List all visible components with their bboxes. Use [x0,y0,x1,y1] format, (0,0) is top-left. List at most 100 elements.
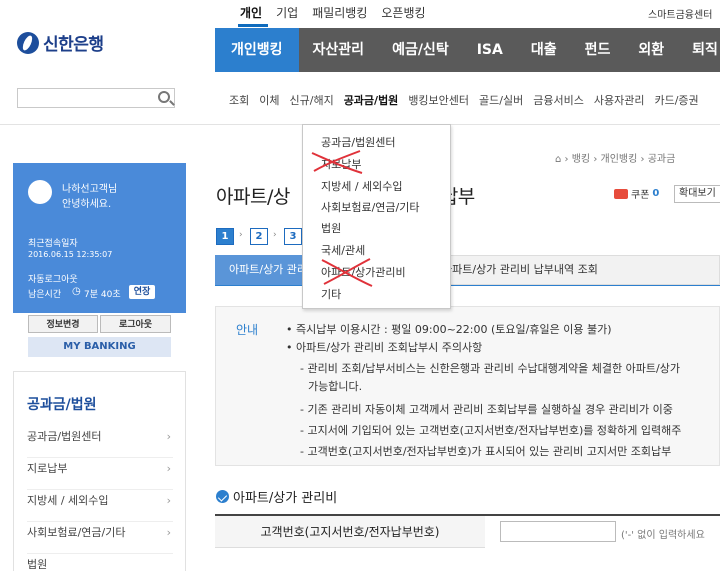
top-tab-business[interactable]: 기업 [276,4,298,21]
subnav-new[interactable]: 신규/해지 [290,92,334,108]
dropdown-item-center[interactable]: 공과금/법원센터 [321,134,396,150]
notice-text: 아파트/상가 관리비 조회납부시 주의사항 [296,341,483,354]
step-arrow-icon: › [239,230,243,240]
chevron-right-icon: › [166,526,171,539]
breadcrumb: ⌂ › 뱅킹 › 개인뱅킹 › 공과금 [555,150,675,165]
main-nav: 개인뱅킹 자산관리 예금/신탁 ISA 대출 펀드 외환 퇴직 [215,28,720,72]
subnav-transfer[interactable]: 이체 [259,92,279,108]
subnav-gold[interactable]: 골드/실버 [479,92,523,108]
section-check-icon [216,490,229,503]
subnav-finance[interactable]: 금융서비스 [533,92,584,108]
tab-payment-history-label: 아파트/상가 관리비 납부내역 조회 [442,263,598,276]
side-menu-label: 사회보험료/연금/기타 [27,526,126,539]
top-tab-underline [238,24,268,27]
user-avatar-icon [28,180,52,204]
subnav-public-fees[interactable]: 공과금/법원 [344,92,399,108]
breadcrumb-sep: › [640,154,648,165]
breadcrumb-item[interactable]: 공과금 [648,154,676,165]
side-menu-item[interactable]: 지방세 / 세외수입 › [27,490,173,522]
subnav-inquiry[interactable]: 조회 [229,92,249,108]
zoom-button[interactable]: 확대보기 [674,185,720,203]
breadcrumb-sep: › [564,154,572,165]
notice-subline-cont: 가능합니다. [308,380,363,393]
nav-isa[interactable]: ISA [463,28,517,72]
notice-text: 고객번호(고지서번호/전자납부번호)가 표시되어 있는 관리비 고지서만 조회납… [307,445,672,458]
coupon-icon [614,188,628,199]
side-menu-item[interactable]: 지로납부 › [27,458,173,490]
section-title: 아파트/상가 관리비 [216,487,337,506]
notice-subline: - 기존 관리비 자동이체 고객께서 관리비 조회납부를 실행하실 경우 관리비… [300,403,673,416]
greeting: 나하선고객님 안녕하세요. [62,182,117,212]
breadcrumb-item[interactable]: 개인뱅킹 [601,154,638,165]
step-arrow-icon: › [273,230,277,240]
coupon-link[interactable]: 쿠폰 0 [614,186,659,201]
my-banking-button[interactable]: MY BANKING [28,337,171,357]
notice-text: 즉시납부 이용시간 : 평일 09:00~22:00 (토요일/휴일은 이용 불… [296,323,612,336]
subnav-user[interactable]: 사용자관리 [594,92,645,108]
chevron-right-icon: › [166,430,171,443]
subnav-card[interactable]: 카드/증권 [654,92,698,108]
subnav-security[interactable]: 뱅킹보안센터 [408,92,469,108]
dropdown-item-court[interactable]: 법원 [321,220,341,236]
greeting-name: 나하선고객님 [62,184,118,195]
tab-management-fee[interactable]: 아파트/상가 관리비 [215,255,307,285]
nav-forex[interactable]: 외환 [624,28,678,72]
side-menu-label: 지방세 / 세외수입 [27,494,109,507]
chevron-right-icon: › [166,462,171,475]
subnav-dropdown-menu [302,124,451,309]
customer-number-input[interactable] [500,521,616,542]
side-menu-item[interactable]: 법원 [27,554,173,571]
remaining-value: 7분 40초 [84,290,121,300]
nav-fund[interactable]: 펀드 [571,28,625,72]
side-menu-title: 공과금/법원 [27,397,97,413]
coupon-label: 쿠폰 [631,190,650,201]
breadcrumb-sep: › [593,154,601,165]
side-menu-item[interactable]: 공과금/법원센터 › [27,426,173,458]
search-icon[interactable] [158,91,170,103]
last-login-label: 최근접속일자 [28,239,78,249]
top-tab-open[interactable]: 오픈뱅킹 [381,4,425,21]
dropdown-item-giro[interactable]: 지로납부 [321,156,361,172]
extend-button[interactable]: 연장 [129,285,155,299]
dropdown-item-local-tax[interactable]: 지방세 / 세외수입 [321,178,403,194]
shinhan-logo-icon [17,31,39,54]
nav-deposit[interactable]: 예금/신탁 [378,28,463,72]
logo[interactable]: 신한은행 [17,30,104,55]
top-tabs: 개인 기업 패밀리뱅킹 오픈뱅킹 [240,4,440,21]
dropdown-item-national-tax[interactable]: 국세/관세 [321,242,365,258]
logout-button[interactable]: 로그아웃 [100,315,171,333]
customer-number-label: 고객번호(고지서번호/전자납부번호) [215,516,485,548]
logo-text: 신한은행 [43,35,104,55]
smart-center-link[interactable]: 스마트금융센터 [648,6,712,21]
step-2: 2 [250,228,268,245]
chevron-right-icon: › [166,494,171,507]
nav-personal-banking[interactable]: 개인뱅킹 [215,28,299,72]
notice-subline: - 관리비 조회/납부서비스는 신한은행과 관리비 수납대행계약을 체결한 아파… [300,362,680,375]
nav-retire[interactable]: 퇴직 [678,28,720,72]
top-tab-personal[interactable]: 개인 [240,4,262,21]
dropdown-item-etc[interactable]: 기타 [321,286,341,302]
auto-logout-label: 자동로그아웃 [28,275,78,285]
side-menu-item[interactable]: 사회보험료/연금/기타 › [27,522,173,554]
nav-asset[interactable]: 자산관리 [299,28,379,72]
notice-text: 기존 관리비 자동이체 고객께서 관리비 조회납부를 실행하실 경우 관리비가 … [307,403,673,416]
notice-text: 관리비 조회/납부서비스는 신한은행과 관리비 수납대행계약을 체결한 아파트/… [307,362,680,375]
notice-subline: - 고객번호(고지서번호/전자납부번호)가 표시되어 있는 관리비 고지서만 조… [300,445,672,458]
dropdown-item-apartment[interactable]: 아파트/상가관리비 [321,264,406,280]
side-menu-label: 법원 [27,558,48,571]
search-input[interactable] [17,88,175,108]
greeting-hello: 안녕하세요. [62,199,112,210]
step-3: 3 [284,228,302,245]
top-tab-family[interactable]: 패밀리뱅킹 [312,4,367,21]
info-change-button[interactable]: 정보변경 [28,315,98,333]
notice-label: 안내 [236,323,259,337]
home-icon[interactable]: ⌂ [555,154,561,165]
dropdown-item-insurance[interactable]: 사회보험료/연금/기타 [321,199,420,215]
side-menu-label: 지로납부 [27,462,68,475]
clock-icon: ◷ [72,286,81,297]
nav-loan[interactable]: 대출 [517,28,571,72]
notice-line: • 아파트/상가 관리비 조회납부시 주의사항 [286,341,483,354]
remaining-label: 남은시간 [28,290,62,300]
breadcrumb-item[interactable]: 뱅킹 [572,154,590,165]
notice-text: 고지서에 기입되어 있는 고객번호(고지서번호/전자납부번호)를 정확하게 입력… [307,424,682,437]
